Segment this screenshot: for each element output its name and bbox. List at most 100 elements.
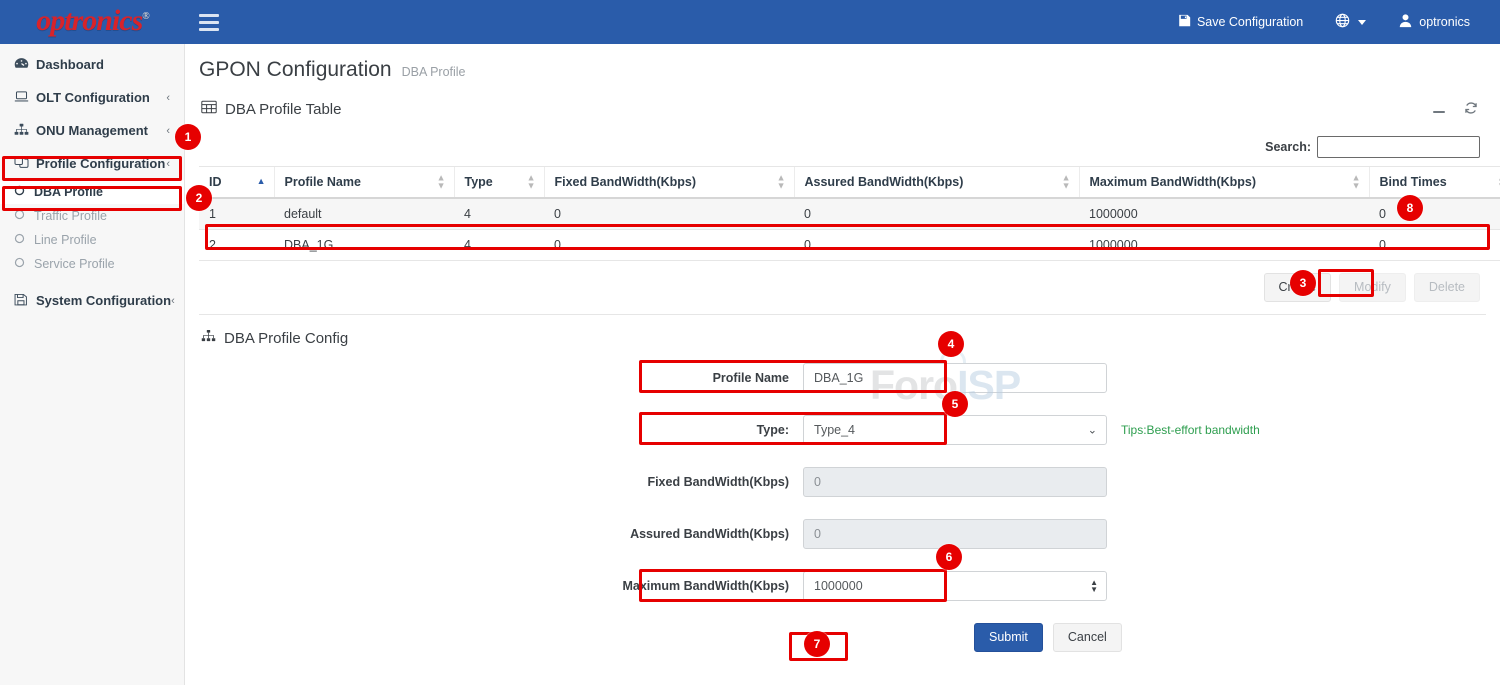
sidebar-item-system-configuration[interactable]: System Configuration ‹	[0, 284, 184, 317]
column-header-fixed-bandwidth[interactable]: Fixed BandWidth(Kbps) ▲▼	[544, 167, 794, 199]
type-field-wrap: Type_4 ⌄	[803, 415, 1107, 445]
delete-button[interactable]: Delete	[1414, 273, 1480, 302]
chevron-down-icon	[1358, 20, 1366, 25]
menu-toggle-icon[interactable]	[199, 10, 223, 34]
maximum-bandwidth-label: Maximum BandWidth(Kbps)	[185, 579, 803, 593]
cell-assured-bandwidth: 0	[794, 230, 1079, 261]
save-configuration-label: Save Configuration	[1197, 15, 1303, 29]
sidebar-item-label: OLT Configuration	[36, 90, 166, 105]
dba-profile-table: ID ▲ Profile Name ▲▼ Type ▲▼ Fixed Ban	[199, 166, 1500, 261]
annotation-badge-6: 6	[936, 544, 962, 570]
user-menu[interactable]: optronics	[1382, 0, 1486, 44]
hamburger-bar	[199, 21, 219, 24]
globe-icon	[1335, 13, 1350, 31]
form-header: DBA Profile Config	[185, 315, 1500, 353]
form-title: DBA Profile Config	[224, 330, 348, 347]
table-row[interactable]: 1 default 4 0 0 1000000 0	[199, 198, 1500, 230]
sidebar-subitem-label: DBA Profile	[34, 185, 103, 199]
circle-icon	[14, 233, 34, 247]
form-row-assured-bandwidth: Assured BandWidth(Kbps)	[185, 519, 1500, 549]
submit-button[interactable]: Submit	[974, 623, 1043, 652]
column-header-label: Type	[465, 175, 493, 189]
column-header-maximum-bandwidth[interactable]: Maximum BandWidth(Kbps) ▲▼	[1079, 167, 1369, 199]
profile-name-label: Profile Name	[185, 371, 803, 385]
cell-type: 4	[454, 198, 544, 230]
breadcrumb: DBA Profile	[402, 65, 466, 79]
sidebar-item-traffic-profile[interactable]: Traffic Profile	[0, 204, 184, 228]
sidebar-item-line-profile[interactable]: Line Profile	[0, 228, 184, 252]
cell-id: 2	[199, 230, 274, 261]
sidebar-item-olt-configuration[interactable]: OLT Configuration ‹	[0, 81, 184, 114]
circle-icon	[14, 185, 34, 199]
brand-registered-mark: ®	[142, 11, 148, 22]
brand-logo[interactable]: optronics®	[0, 0, 185, 44]
annotation-badge-8: 8	[1397, 195, 1423, 221]
profile-name-field-wrap	[803, 363, 1107, 393]
type-label: Type:	[185, 423, 803, 437]
page-header: GPON Configuration DBA Profile	[185, 44, 1500, 92]
fixed-bandwidth-field-wrap	[803, 467, 1107, 497]
column-header-label: ID	[209, 175, 222, 189]
dashboard-icon	[14, 57, 36, 73]
floppy-disk-icon	[14, 293, 36, 309]
annotation-badge-3: 3	[1290, 270, 1316, 296]
sidebar-item-label: System Configuration	[36, 293, 171, 308]
sidebar-item-dashboard[interactable]: Dashboard	[0, 48, 184, 81]
cancel-button[interactable]: Cancel	[1053, 623, 1122, 652]
cell-fixed-bandwidth: 0	[544, 230, 794, 261]
sidebar-subitem-label: Traffic Profile	[34, 209, 107, 223]
fixed-bandwidth-label: Fixed BandWidth(Kbps)	[185, 475, 803, 489]
column-header-type[interactable]: Type ▲▼	[454, 167, 544, 199]
form-row-type: Type: Type_4 ⌄ Tips:Best-effort bandwidt…	[185, 415, 1500, 445]
layers-icon	[14, 156, 36, 172]
minus-icon[interactable]	[1432, 102, 1446, 117]
laptop-icon	[14, 90, 36, 106]
type-select[interactable]: Type_4	[803, 415, 1107, 445]
table-icon	[201, 100, 217, 118]
refresh-icon[interactable]	[1464, 101, 1478, 118]
maximum-bandwidth-input[interactable]	[803, 571, 1107, 601]
circle-icon	[14, 209, 34, 223]
column-header-label: Bind Times	[1380, 175, 1447, 189]
navbar-right-group: Save Configuration optronics	[1162, 0, 1500, 44]
sitemap-icon	[14, 123, 36, 139]
column-header-label: Maximum BandWidth(Kbps)	[1090, 175, 1257, 189]
table-row[interactable]: 2 DBA_1G 4 0 0 1000000 0	[199, 230, 1500, 261]
annotation-badge-4: 4	[938, 331, 964, 357]
sort-asc-icon: ▲	[257, 178, 266, 186]
cell-bind-times: 0	[1369, 230, 1500, 261]
card-tools	[1432, 101, 1484, 118]
assured-bandwidth-label: Assured BandWidth(Kbps)	[185, 527, 803, 541]
cell-maximum-bandwidth: 1000000	[1079, 198, 1369, 230]
sort-icon: ▲▼	[527, 174, 536, 189]
column-header-profile-name[interactable]: Profile Name ▲▼	[274, 167, 454, 199]
search-input[interactable]	[1317, 136, 1480, 158]
language-selector[interactable]	[1319, 0, 1382, 44]
type-tips: Tips:Best-effort bandwidth	[1121, 423, 1260, 437]
hamburger-bar	[199, 28, 219, 31]
save-configuration-button[interactable]: Save Configuration	[1162, 0, 1319, 44]
sort-icon: ▲▼	[1062, 174, 1071, 189]
modify-button[interactable]: Modify	[1339, 273, 1406, 302]
chevron-left-icon: ‹	[171, 295, 175, 307]
column-header-label: Fixed BandWidth(Kbps)	[555, 175, 697, 189]
column-header-bind-times[interactable]: Bind Times ▲▼	[1369, 167, 1500, 199]
profile-name-input[interactable]	[803, 363, 1107, 393]
user-name-label: optronics	[1419, 15, 1470, 29]
cell-profile-name: default	[274, 198, 454, 230]
dba-profile-config-form: Profile Name Type: Type_4 ⌄ Tips:Best-ef…	[185, 353, 1500, 652]
sidebar-item-onu-management[interactable]: ONU Management ‹	[0, 114, 184, 147]
maximum-bandwidth-field-wrap: ▲▼	[803, 571, 1107, 601]
table-search-row: Search:	[199, 126, 1486, 166]
sidebar-item-dba-profile[interactable]: DBA Profile	[0, 180, 184, 204]
column-header-label: Profile Name	[285, 175, 361, 189]
column-header-assured-bandwidth[interactable]: Assured BandWidth(Kbps) ▲▼	[794, 167, 1079, 199]
number-stepper-icon[interactable]: ▲▼	[1090, 579, 1098, 593]
card-title: DBA Profile Table	[201, 100, 341, 118]
form-action-buttons: Submit Cancel	[185, 623, 1500, 652]
cell-profile-name: DBA_1G	[274, 230, 454, 261]
sidebar-item-profile-configuration[interactable]: Profile Configuration ‹	[0, 147, 184, 180]
column-header-label: Assured BandWidth(Kbps)	[805, 175, 964, 189]
fixed-bandwidth-input	[803, 467, 1107, 497]
sidebar-item-service-profile[interactable]: Service Profile	[0, 252, 184, 276]
